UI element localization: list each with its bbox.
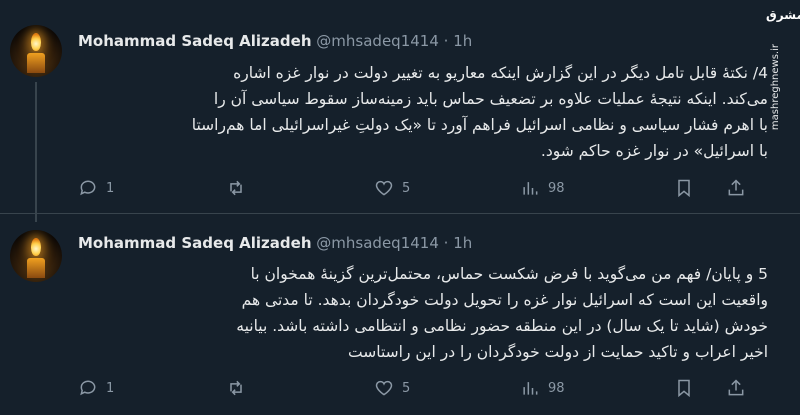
- heart-icon: [375, 180, 393, 196]
- tweet-line: 4/ نکتۀ قابل تامل دیگر در این گزارش اینک…: [233, 64, 768, 82]
- candle-flame-icon: [31, 238, 41, 256]
- tweet-line: اخیر اعراب و تاکید حمایت از دولت خودگردا…: [348, 343, 768, 361]
- like-button[interactable]: 5: [374, 378, 410, 398]
- tweet-actions: 1 5 98: [78, 178, 748, 200]
- separator-dot: ·: [443, 234, 449, 252]
- tweet-time[interactable]: 1h: [453, 32, 472, 50]
- retweet-icon: [230, 380, 242, 396]
- heart-icon: [375, 380, 393, 396]
- reply-count: 1: [106, 180, 115, 196]
- author-handle[interactable]: @mhsadeq1414: [316, 32, 439, 50]
- tweet-header: Mohammad Sadeq Alizadeh @mhsadeq1414 · 1…: [78, 234, 472, 252]
- separator-dot: ·: [443, 32, 449, 50]
- candle-icon: [27, 53, 45, 73]
- views-button[interactable]: 98: [520, 378, 565, 398]
- like-count: 5: [402, 380, 411, 396]
- reply-button[interactable]: 1: [78, 178, 114, 198]
- author-name[interactable]: Mohammad Sadeq Alizadeh: [78, 234, 312, 252]
- bookmark-icon: [678, 179, 690, 198]
- candle-icon: [27, 258, 45, 278]
- author-name[interactable]: Mohammad Sadeq Alizadeh: [78, 32, 312, 50]
- reply-count: 1: [106, 380, 115, 396]
- like-count: 5: [402, 180, 411, 196]
- tweet[interactable]: Mohammad Sadeq Alizadeh @mhsadeq1414 · 1…: [0, 0, 800, 213]
- views-count: 98: [548, 380, 565, 396]
- views-count: 98: [548, 180, 565, 196]
- tweet-line: با اهرم فشار سیاسی و نظامی اسرائیل فراهم…: [191, 116, 768, 134]
- retweet-button[interactable]: [226, 178, 246, 198]
- tweet-text: 4/ نکتۀ قابل تامل دیگر در این گزارش اینک…: [78, 60, 768, 164]
- tweet-line: 5 و پایان/ فهم من می‌گوید با فرض شکست حم…: [250, 265, 768, 283]
- tweet-time[interactable]: 1h: [453, 234, 472, 252]
- tweet-header: Mohammad Sadeq Alizadeh @mhsadeq1414 · 1…: [78, 32, 472, 50]
- candle-flame-icon: [31, 33, 41, 51]
- share-button[interactable]: [726, 178, 746, 198]
- reply-icon: [80, 180, 96, 196]
- tweet-actions: 1 5 98: [78, 378, 748, 400]
- tweet-line: واقعیت این است که اسرائیل نوار غزه را تح…: [241, 291, 768, 309]
- views-icon: [523, 182, 538, 195]
- views-button[interactable]: 98: [520, 178, 565, 198]
- reply-icon: [80, 380, 96, 396]
- like-button[interactable]: 5: [374, 178, 410, 198]
- avatar[interactable]: [10, 25, 62, 77]
- tweet-line: با اسرائیل» در نوار غزه حاکم شود.: [540, 142, 768, 160]
- share-icon: [728, 379, 744, 396]
- bookmark-button[interactable]: [674, 378, 694, 398]
- retweet-icon: [230, 180, 242, 196]
- reply-button[interactable]: 1: [78, 378, 114, 398]
- views-icon: [523, 382, 538, 395]
- tweet-text: 5 و پایان/ فهم من می‌گوید با فرض شکست حم…: [78, 261, 768, 365]
- author-handle[interactable]: @mhsadeq1414: [316, 234, 439, 252]
- avatar[interactable]: [10, 230, 62, 282]
- tweet-line: می‌کند. اینکه نتیجۀ عملیات علاوه بر تضعی…: [213, 90, 768, 108]
- tweet-line: خودش (شاید تا یک سال) در این منطقه حضور …: [236, 317, 768, 335]
- tweet[interactable]: Mohammad Sadeq Alizadeh @mhsadeq1414 · 1…: [0, 214, 800, 415]
- share-button[interactable]: [726, 378, 746, 398]
- bookmark-icon: [678, 379, 690, 398]
- thread-connector-line: [35, 82, 37, 222]
- bookmark-button[interactable]: [674, 178, 694, 198]
- retweet-button[interactable]: [226, 378, 246, 398]
- share-icon: [728, 179, 744, 196]
